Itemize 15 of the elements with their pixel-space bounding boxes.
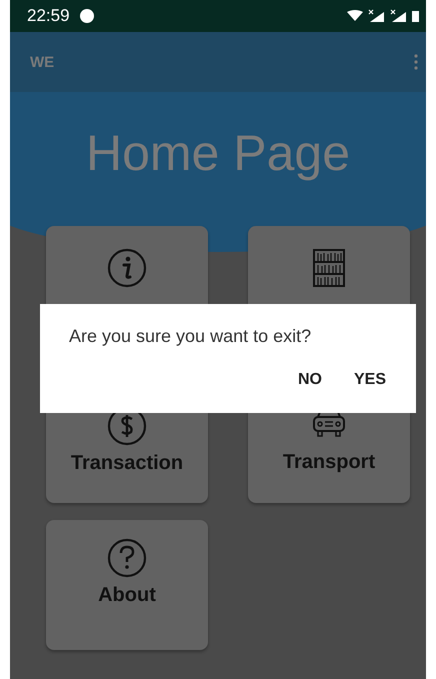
tile-label: About: [98, 584, 156, 607]
signal-icon: [368, 9, 384, 22]
tile-label: Transport: [282, 451, 376, 474]
clock-time: 22:59: [27, 6, 70, 26]
notification-dot-icon: [80, 9, 94, 23]
help-icon: [107, 538, 147, 578]
menu-tile[interactable]: About: [46, 520, 208, 650]
dialog-message: Are you sure you want to exit?: [69, 326, 312, 347]
tile-label: Transaction: [70, 452, 184, 475]
info-icon: [107, 248, 147, 288]
wifi-icon: [347, 10, 363, 21]
battery-icon: [412, 11, 419, 22]
signal-icon: [390, 9, 406, 22]
page-title: Home Page: [86, 124, 350, 183]
app-title: WE: [30, 54, 54, 70]
